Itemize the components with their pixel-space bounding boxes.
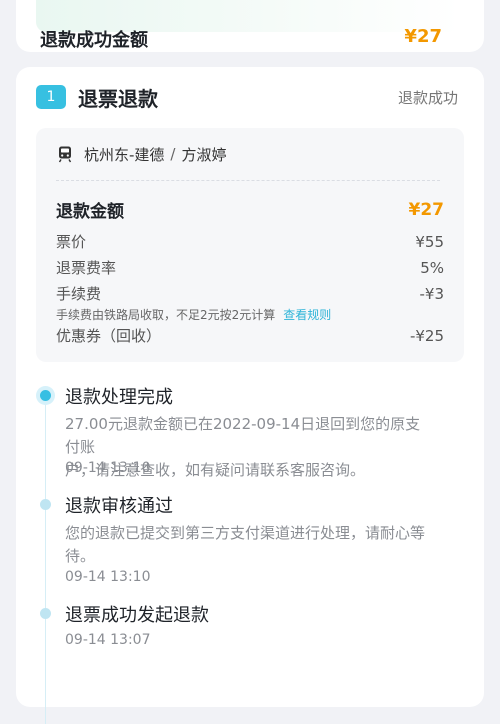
- refund-status: 退款成功: [397, 89, 458, 107]
- dashed-divider: [56, 180, 440, 181]
- fee-note: 手续费由铁路局收取，不足2元按2元计算 查看规则: [56, 306, 331, 323]
- ticket-price-value: ¥55: [415, 232, 444, 251]
- coupon-value: -¥25: [409, 326, 444, 345]
- refund-amount-label: 退款金额: [56, 202, 124, 222]
- fee-rate-row: 退票费率 5%: [56, 257, 444, 278]
- passenger-name: 方淑婷: [181, 145, 227, 164]
- view-rules-link[interactable]: 查看规则: [283, 308, 331, 322]
- step-badge: 1: [36, 85, 66, 109]
- ticket-price-label: 票价: [56, 233, 87, 251]
- timeline-track: [45, 394, 46, 724]
- route-separator: /: [170, 145, 176, 163]
- ticket-price-row: 票价 ¥55: [56, 231, 444, 252]
- timeline-title: 退票成功发起退款: [65, 605, 209, 626]
- fee-value: -¥3: [419, 284, 445, 303]
- timeline-description-line: 您的退款已提交到第三方支付渠道进行处理，请耐心等: [65, 524, 426, 542]
- timeline-dot: [40, 608, 51, 619]
- coupon-row: 优惠券（回收） -¥25: [56, 325, 444, 346]
- fee-rate-value: 5%: [420, 258, 444, 277]
- timeline-description-line: 待。: [65, 547, 96, 565]
- fee-label: 手续费: [56, 285, 102, 303]
- timeline-title: 退款审核通过: [65, 496, 173, 517]
- section-title: 退票退款: [78, 87, 158, 111]
- timeline-title: 退款处理完成: [65, 387, 173, 408]
- refund-detail-card: 1 退票退款 退款成功 杭州东-建德 / 方淑婷 退款金额 ¥27 票价 ¥55…: [16, 67, 484, 724]
- timeline-time: 09-14 13:10: [65, 569, 151, 585]
- timeline-description: 您的退款已提交到第三方支付渠道进行处理，请耐心等 待。: [65, 522, 435, 568]
- fee-rate-label: 退票费率: [56, 259, 117, 277]
- timeline-time: 09-14 13:07: [65, 632, 151, 648]
- timeline-dot-active: [40, 390, 51, 401]
- refund-amount-value: ¥27: [408, 199, 445, 220]
- refund-success-amount-value: ¥27: [404, 26, 442, 47]
- ticket-info-row: 杭州东-建德 / 方淑婷: [56, 142, 227, 166]
- timeline-description-line: 27.00元退款金额已在2022-09-14日退回到您的原支付账: [65, 415, 421, 456]
- route-text: 杭州东-建德: [84, 145, 165, 164]
- fee-note-text: 手续费由铁路局收取，不足2元按2元计算: [56, 308, 276, 322]
- fee-row: 手续费 -¥3: [56, 283, 444, 304]
- refund-amount-row: 退款金额 ¥27: [56, 197, 445, 223]
- timeline-dot: [40, 499, 51, 510]
- refund-success-amount-label: 退款成功金额: [40, 30, 148, 51]
- train-icon: [58, 146, 72, 163]
- timeline-time: 09-14 13:10: [65, 460, 151, 476]
- coupon-label: 优惠券（回收）: [56, 327, 162, 345]
- refund-breakdown-box: 杭州东-建德 / 方淑婷 退款金额 ¥27 票价 ¥55 退票费率 5% 手续费…: [36, 128, 464, 362]
